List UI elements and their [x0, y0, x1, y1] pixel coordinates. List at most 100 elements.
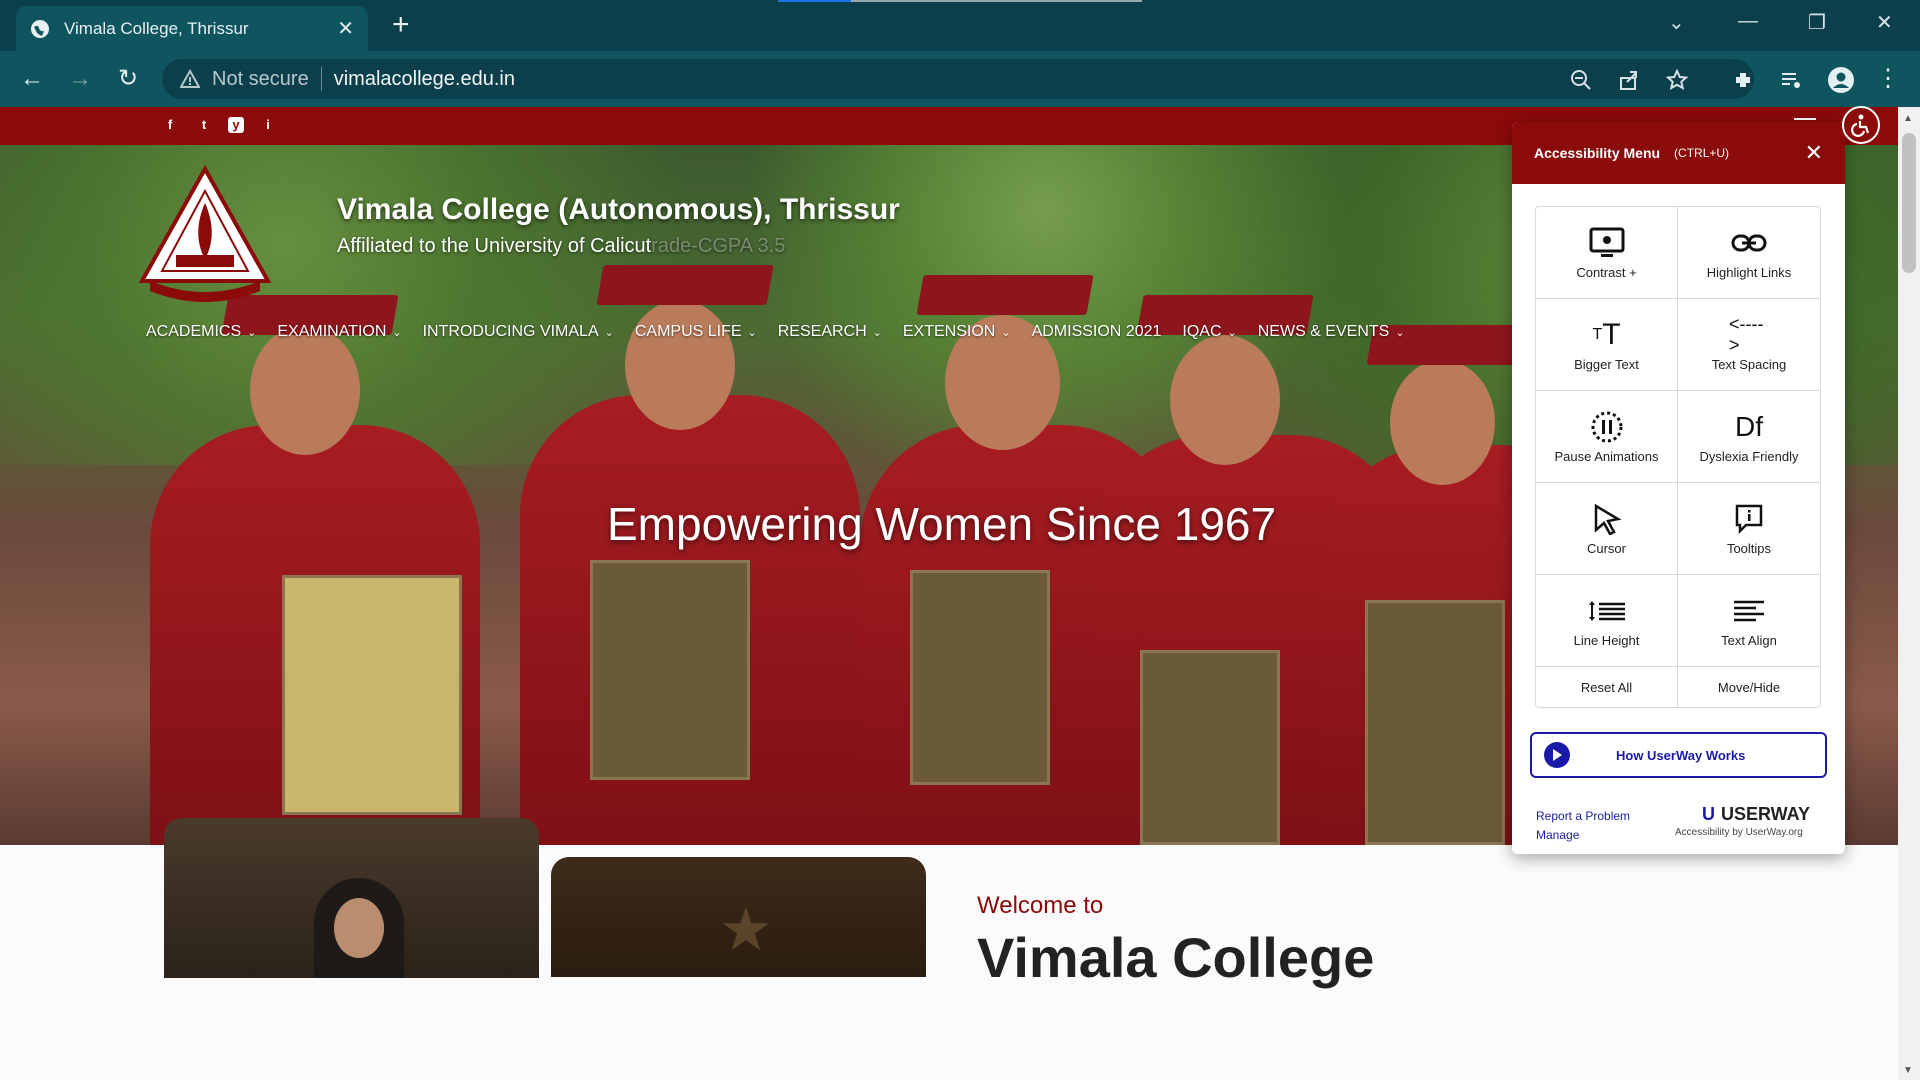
address-bar[interactable]: Not secure vimalacollege.edu.in	[162, 59, 1754, 99]
media-icon[interactable]	[1780, 69, 1802, 91]
line-height-icon	[1588, 601, 1625, 621]
close-window-button[interactable]: ✕	[1876, 10, 1893, 35]
move-hide-button[interactable]: Move/Hide	[1678, 667, 1820, 707]
option-text-align[interactable]: Text Align	[1678, 575, 1820, 667]
chevron-down-icon: ⌄	[1001, 327, 1011, 339]
accessibility-toggle-button[interactable]	[1842, 106, 1880, 144]
security-label[interactable]: Not secure	[212, 68, 309, 91]
option-cursor[interactable]: Cursor	[1536, 483, 1678, 575]
scroll-up-arrow-icon[interactable]: ▲	[1903, 113, 1913, 124]
new-tab-button[interactable]: +	[392, 10, 410, 40]
how-userway-works-button[interactable]: How UserWay Works	[1530, 732, 1827, 778]
bookmark-star-icon[interactable]	[1666, 69, 1688, 91]
option-contrast[interactable]: Contrast +	[1536, 207, 1678, 299]
graduation-cap	[596, 265, 774, 305]
browser-tab-strip: Vimala College, Thrissur ✕ + ⌄ — ❐ ✕	[0, 0, 1920, 51]
graduate-face	[1170, 335, 1280, 465]
graduate-face	[625, 300, 735, 430]
youtube-icon[interactable]: y	[228, 117, 244, 133]
star-emblem-icon: ★	[719, 896, 773, 963]
scrollbar-thumb[interactable]	[1902, 133, 1916, 273]
option-line-height[interactable]: Line Height	[1536, 575, 1678, 667]
certificate-folder	[282, 575, 462, 815]
report-problem-link[interactable]: Report a Problem	[1536, 807, 1630, 826]
share-icon[interactable]	[1618, 69, 1640, 91]
nav-academics[interactable]: ACADEMICS ⌄	[146, 323, 256, 341]
zoom-icon[interactable]	[1570, 69, 1592, 91]
text-size-icon: TT	[1592, 318, 1621, 351]
userway-logo[interactable]: U USERWAY	[1702, 804, 1810, 825]
panel-footer-links: Report a Problem Manage	[1536, 807, 1630, 845]
userway-u-icon: U	[1702, 804, 1715, 824]
tab-search-icon[interactable]: ⌄	[1668, 10, 1685, 35]
nav-research[interactable]: RESEARCH ⌄	[778, 323, 882, 341]
play-icon	[1544, 742, 1570, 768]
address-toolbar: ← → ↻ Not secure vimalacollege.edu.in ⋮	[0, 51, 1920, 107]
url-text[interactable]: vimalacollege.edu.in	[334, 68, 515, 91]
tooltip-icon	[1735, 504, 1763, 535]
page-scrollbar[interactable]: ▲ ▼	[1898, 107, 1920, 1080]
accessibility-shortcut: (CTRL+U)	[1674, 146, 1730, 160]
nav-introducing-vimala[interactable]: INTRODUCING VIMALA ⌄	[423, 323, 614, 341]
graduation-cap	[916, 275, 1094, 315]
userway-byline: Accessibility by UserWay.org	[1675, 827, 1803, 838]
browser-tab[interactable]: Vimala College, Thrissur ✕	[16, 6, 368, 51]
forward-button[interactable]: →	[66, 65, 94, 93]
option-dyslexia-friendly[interactable]: Df Dyslexia Friendly	[1678, 391, 1820, 483]
site-subtitle: Affiliated to the University of Calicutr…	[337, 235, 786, 257]
back-button[interactable]: ←	[18, 65, 46, 93]
instagram-icon[interactable]: i	[260, 117, 276, 133]
option-pause-animations[interactable]: Pause Animations	[1536, 391, 1678, 483]
college-logo[interactable]	[136, 163, 274, 303]
nav-admission-2021[interactable]: ADMISSION 2021	[1032, 323, 1162, 341]
nav-campus-life[interactable]: CAMPUS LIFE ⌄	[635, 323, 757, 341]
profile-avatar-icon[interactable]	[1828, 67, 1854, 93]
minimize-button[interactable]: —	[1738, 10, 1758, 33]
nav-news-events[interactable]: NEWS & EVENTS ⌄	[1258, 323, 1405, 341]
certificate-folder	[1365, 600, 1505, 845]
option-highlight-links[interactable]: Highlight Links	[1678, 207, 1820, 299]
nav-extension[interactable]: EXTENSION ⌄	[903, 323, 1011, 341]
option-text-spacing[interactable]: <----> Text Spacing	[1678, 299, 1820, 391]
twitter-icon[interactable]: t	[196, 117, 212, 133]
link-icon	[1731, 234, 1767, 252]
pause-icon	[1591, 411, 1622, 443]
chevron-down-icon: ⌄	[747, 327, 757, 339]
extensions-icon[interactable]	[1732, 69, 1754, 91]
manage-link[interactable]: Manage	[1536, 826, 1630, 845]
certificate-folder	[1140, 650, 1280, 845]
certificate-folder	[910, 570, 1050, 785]
hamburger-menu-icon[interactable]	[1794, 118, 1816, 120]
spacing-icon: <---->	[1729, 314, 1764, 355]
wheelchair-icon	[1851, 114, 1870, 137]
cursor-icon	[1594, 503, 1621, 535]
dyslexia-icon: Df	[1735, 411, 1763, 442]
principal-photo-card	[164, 818, 539, 978]
accessibility-menu-panel: Accessibility Menu (CTRL+U) ✕ Contrast +…	[1512, 122, 1845, 854]
person-face	[334, 898, 384, 958]
reset-all-button[interactable]: Reset All	[1536, 667, 1678, 707]
tab-close-icon[interactable]: ✕	[337, 16, 354, 41]
scroll-down-arrow-icon[interactable]: ▼	[1903, 1065, 1913, 1076]
accessibility-options-grid: Contrast + Highlight Links TT Bigger Tex…	[1535, 206, 1821, 708]
close-icon[interactable]: ✕	[1805, 140, 1823, 166]
main-navigation: ACADEMICS ⌄ EXAMINATION ⌄ INTRODUCING VIMA…	[146, 323, 1426, 341]
college-name-heading: Vimala College	[977, 926, 1375, 989]
accessibility-menu-title: Accessibility Menu	[1534, 145, 1661, 161]
nav-iqac[interactable]: IQAC ⌄	[1182, 323, 1236, 341]
reload-button[interactable]: ↻	[114, 65, 142, 93]
warning-icon	[180, 69, 200, 88]
chevron-down-icon: ⌄	[247, 327, 257, 339]
restore-button[interactable]: ❐	[1808, 10, 1826, 35]
option-tooltips[interactable]: Tooltips	[1678, 483, 1820, 575]
chevron-down-icon: ⌄	[872, 327, 882, 339]
text-align-icon	[1734, 600, 1764, 622]
graduate-face	[250, 325, 360, 455]
chevron-down-icon: ⌄	[1227, 327, 1237, 339]
nav-examination[interactable]: EXAMINATION ⌄	[277, 323, 401, 341]
tab-title: Vimala College, Thrissur	[64, 18, 249, 38]
option-bigger-text[interactable]: TT Bigger Text	[1536, 299, 1678, 391]
browser-menu-icon[interactable]: ⋮	[1874, 65, 1902, 93]
facebook-icon[interactable]: f	[162, 117, 178, 133]
accessibility-menu-header: Accessibility Menu (CTRL+U) ✕	[1512, 122, 1845, 184]
